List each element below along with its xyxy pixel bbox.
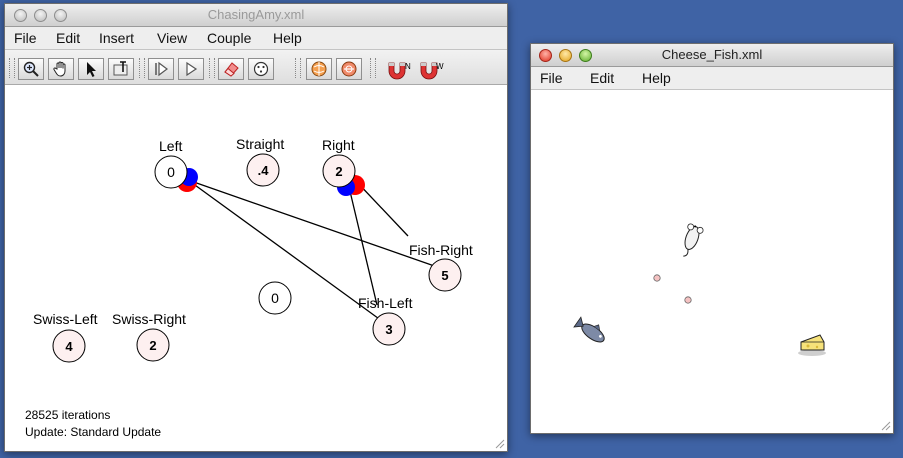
globe-icon xyxy=(311,61,327,77)
hand-icon xyxy=(53,61,66,77)
play-icon xyxy=(186,61,198,77)
cheese-icon[interactable] xyxy=(798,334,826,356)
chasingamy-window: ChasingAmy.xml File Edit Insert View Cou… xyxy=(4,3,508,452)
magnet-n-letter: N xyxy=(405,62,411,71)
step-button[interactable] xyxy=(148,58,174,80)
text-tool-icon xyxy=(113,61,128,76)
menu-edit[interactable]: Edit xyxy=(590,67,614,89)
zoom-icon xyxy=(23,61,39,77)
fish-icon[interactable] xyxy=(573,314,609,345)
node-label-swiss-left: Swiss-Left xyxy=(33,311,98,327)
title-bar[interactable]: ChasingAmy.xml xyxy=(5,4,507,27)
world-svg xyxy=(573,223,826,356)
mouse-icon[interactable] xyxy=(678,223,704,259)
window-title: Cheese_Fish.xml xyxy=(661,47,763,62)
network-canvas[interactable]: 0 .4 2 5 0 3 4 2 Left Straight Right Fis… xyxy=(5,85,507,451)
world-button-2[interactable] xyxy=(336,58,362,80)
world-canvas[interactable] xyxy=(531,90,893,433)
node-label-right: Right xyxy=(322,137,355,153)
menu-bar: File Edit Insert View Couple Help xyxy=(5,27,507,50)
magnet-w-letter: W xyxy=(436,62,444,71)
connection-left-fish-right[interactable] xyxy=(187,179,444,270)
node-unlabeled-value: 0 xyxy=(271,290,279,306)
step-icon xyxy=(155,61,168,77)
iterations-count: 28525 iterations xyxy=(25,408,111,422)
select-tool-button[interactable] xyxy=(78,58,104,80)
title-bar[interactable]: Cheese_Fish.xml xyxy=(531,44,893,67)
cheese-fish-window: Cheese_Fish.xml File Edit Help xyxy=(530,43,894,434)
menu-edit[interactable]: Edit xyxy=(56,27,80,49)
connection-right-fish-left[interactable] xyxy=(348,186,378,306)
zoom-tool-button[interactable] xyxy=(18,58,44,80)
toolbar-separator xyxy=(370,58,376,78)
eraser-icon xyxy=(224,62,239,77)
magnet-n-icon: N xyxy=(388,62,411,80)
menu-file[interactable]: File xyxy=(14,27,37,49)
world-button[interactable] xyxy=(306,58,332,80)
arrow-icon xyxy=(87,62,96,77)
node-label-straight: Straight xyxy=(236,136,285,152)
menu-file[interactable]: File xyxy=(540,67,563,89)
node-swiss-right-value: 2 xyxy=(149,338,156,353)
pan-tool-button[interactable] xyxy=(48,58,74,80)
globe-orange-icon xyxy=(341,61,357,77)
couple-w-button[interactable]: W xyxy=(418,59,444,81)
menu-view[interactable]: View xyxy=(157,27,187,49)
randomize-button[interactable] xyxy=(248,58,274,80)
node-label-swiss-right: Swiss-Right xyxy=(112,311,186,327)
marker-dot xyxy=(684,296,692,304)
node-swiss-left-value: 4 xyxy=(65,339,73,354)
node-label-fish-left: Fish-Left xyxy=(358,295,413,311)
menu-help[interactable]: Help xyxy=(273,27,302,49)
resize-grip-icon[interactable] xyxy=(879,419,891,431)
text-tool-button[interactable] xyxy=(108,58,134,80)
couple-n-button[interactable]: N xyxy=(386,59,412,81)
resize-grip-icon[interactable] xyxy=(493,437,505,449)
node-fish-left-value: 3 xyxy=(385,322,392,337)
node-label-fish-right: Fish-Right xyxy=(409,242,473,258)
marker-dot xyxy=(653,274,661,282)
node-label-left: Left xyxy=(159,138,183,154)
menu-help[interactable]: Help xyxy=(642,67,671,89)
toolbar-grip[interactable] xyxy=(9,58,15,78)
magnet-w-icon: W xyxy=(420,62,444,80)
node-right-value: 2 xyxy=(335,164,342,179)
node-left-value: 0 xyxy=(167,164,175,180)
clear-button[interactable] xyxy=(218,58,244,80)
random-icon xyxy=(253,61,269,77)
toolbar: N W xyxy=(5,50,507,85)
update-method: Update: Standard Update xyxy=(25,425,162,439)
menu-insert[interactable]: Insert xyxy=(99,27,134,49)
menu-couple[interactable]: Couple xyxy=(207,27,251,49)
toolbar-separator xyxy=(295,58,301,78)
window-title: ChasingAmy.xml xyxy=(207,7,305,22)
play-button[interactable] xyxy=(178,58,204,80)
toolbar-separator xyxy=(209,58,215,78)
toolbar-separator xyxy=(139,58,145,78)
node-fish-right-value: 5 xyxy=(441,268,448,283)
menu-bar: File Edit Help xyxy=(531,67,893,90)
node-straight-value: .4 xyxy=(258,163,270,178)
